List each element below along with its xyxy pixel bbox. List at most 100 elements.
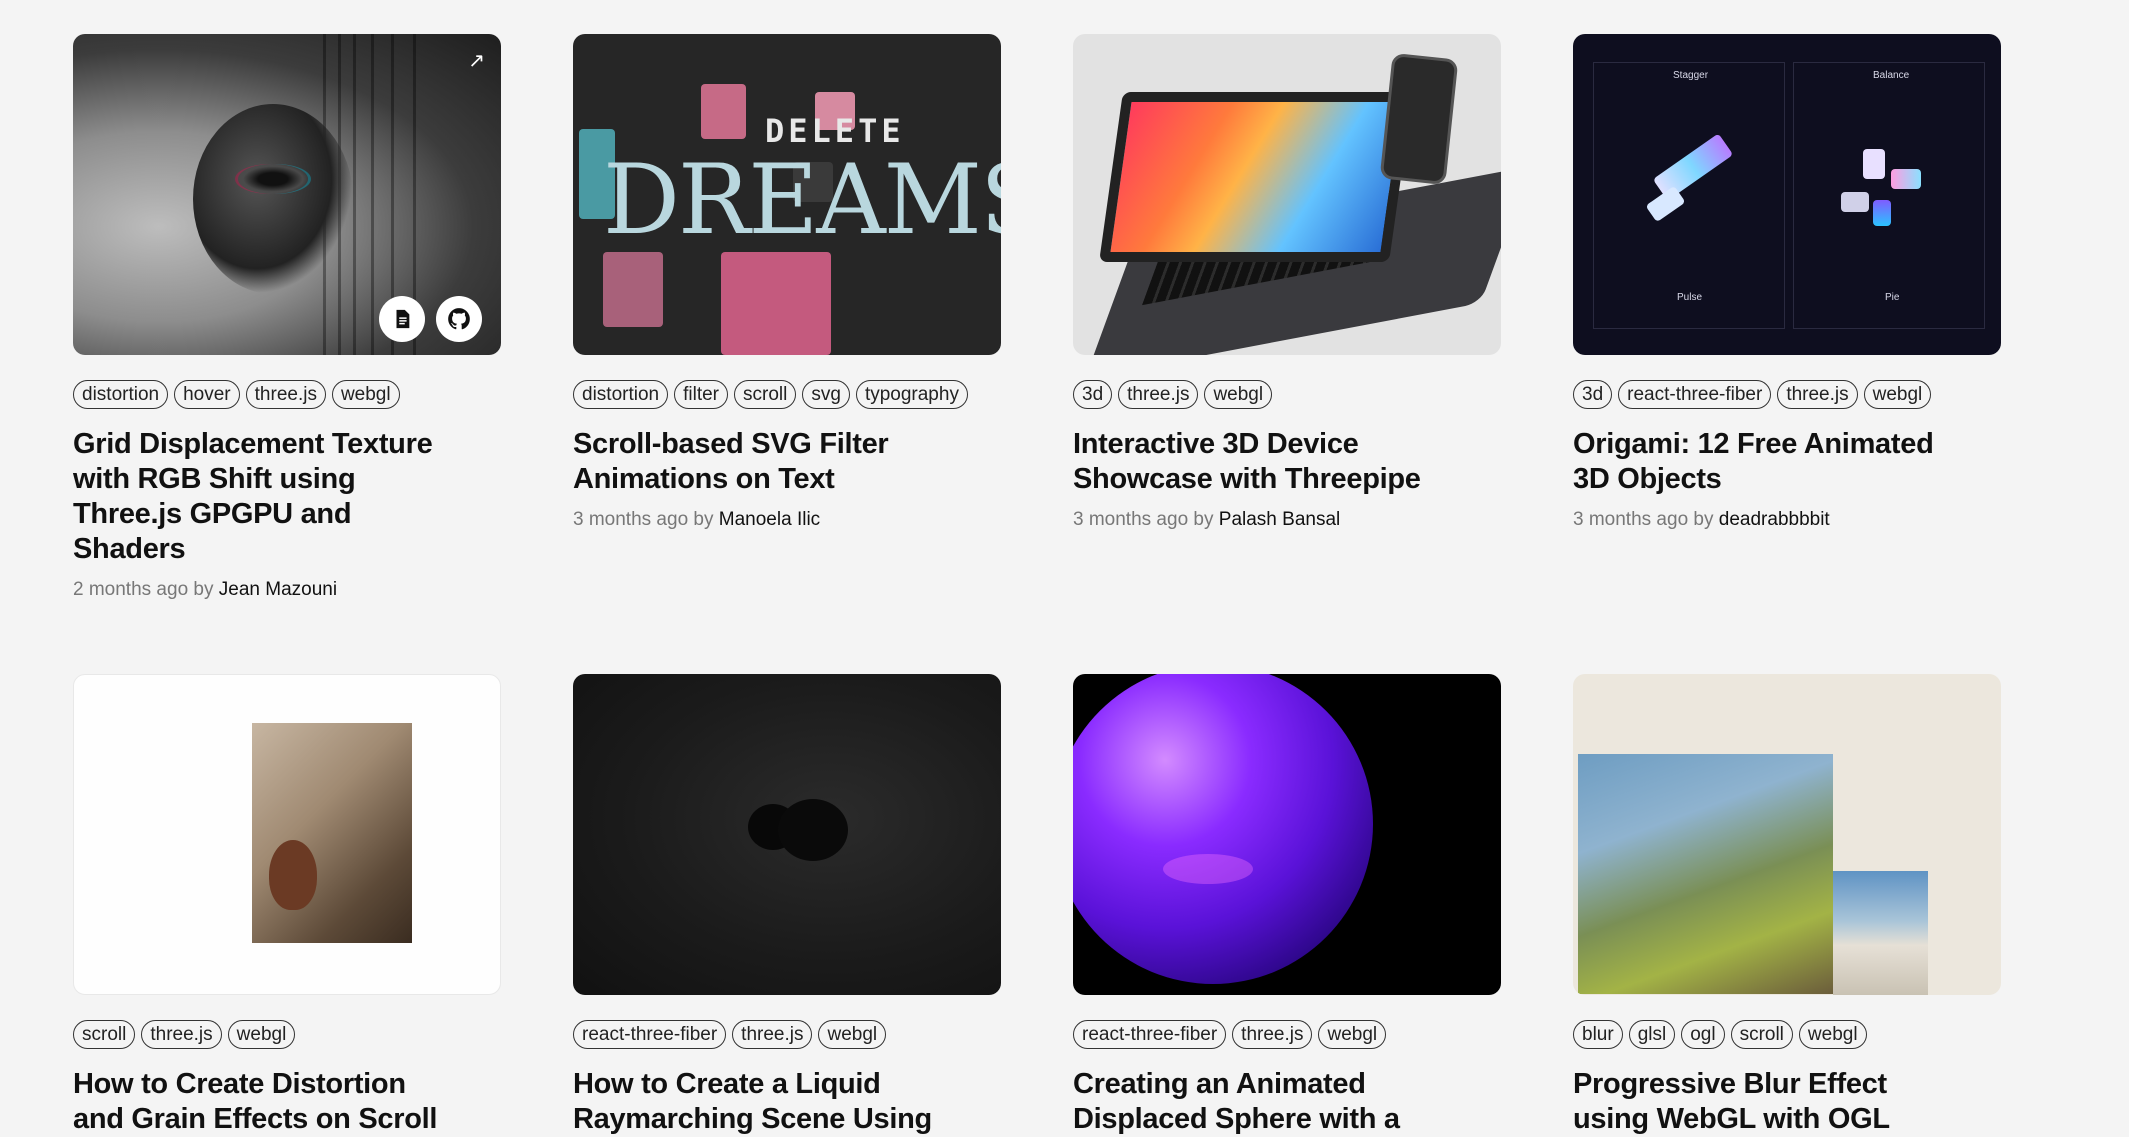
- displaced-sphere: [1073, 674, 1373, 984]
- tag[interactable]: distortion: [73, 380, 169, 409]
- article-thumbnail[interactable]: [573, 674, 1001, 995]
- tag[interactable]: three.js: [1232, 1020, 1313, 1049]
- article-time: 3 months ago: [1073, 509, 1189, 530]
- tag-list: react-three-fiber three.js webgl: [1073, 1020, 1501, 1049]
- thumb-photo: [1578, 754, 1833, 994]
- tag[interactable]: three.js: [141, 1020, 222, 1049]
- tag[interactable]: webgl: [818, 1020, 887, 1049]
- tag[interactable]: filter: [674, 380, 729, 409]
- thumb-delete-text: DELETE: [765, 112, 905, 150]
- thumb-label: Balance: [1873, 70, 1910, 81]
- article-thumbnail[interactable]: [1073, 674, 1501, 995]
- tag[interactable]: distortion: [573, 380, 669, 409]
- tag[interactable]: blur: [1573, 1020, 1623, 1049]
- article-card[interactable]: ↗ distortion hover three.js webgl Grid D…: [73, 34, 501, 674]
- thumb-vase: [269, 840, 317, 910]
- article-thumbnail[interactable]: ↗: [73, 34, 501, 355]
- thumb-dreams-text: DREAMS: [603, 144, 1001, 256]
- article-card[interactable]: react-three-fiber three.js webgl Creatin…: [1073, 674, 1501, 1137]
- tag[interactable]: react-three-fiber: [573, 1020, 727, 1049]
- article-author[interactable]: Palash Bansal: [1219, 509, 1340, 530]
- tag[interactable]: three.js: [732, 1020, 813, 1049]
- article-card[interactable]: blur glsl ogl scroll webgl Progressive B…: [1573, 674, 2001, 1137]
- thumb-photo: [1833, 871, 1928, 995]
- article-title[interactable]: Progressive Blur Effect using WebGL with…: [1573, 1067, 1953, 1137]
- article-title[interactable]: How to Create a Liquid Raymarching Scene…: [573, 1067, 953, 1137]
- tag[interactable]: webgl: [331, 380, 400, 409]
- tag-list: 3d react-three-fiber three.js webgl: [1573, 380, 2001, 409]
- article-thumbnail[interactable]: Stagger Balance Pulse Pie: [1573, 34, 2001, 355]
- tag[interactable]: three.js: [1118, 380, 1199, 409]
- tag-list: react-three-fiber three.js webgl: [573, 1020, 1001, 1049]
- thumb-object: [1891, 169, 1921, 189]
- tag-list: scroll three.js webgl: [73, 1020, 501, 1049]
- by-label: by: [193, 579, 214, 600]
- article-meta: 3 months ago by deadrabbbbit: [1573, 509, 2001, 531]
- laptop-screen: [1099, 92, 1413, 262]
- thumb-label: Stagger: [1673, 70, 1709, 81]
- thumb-detail: [371, 34, 374, 355]
- tag-list: distortion filter scroll svg typography: [573, 380, 1001, 409]
- tag[interactable]: scroll: [734, 380, 797, 409]
- article-meta: 2 months ago by Jean Mazouni: [73, 579, 501, 601]
- article-card[interactable]: scroll three.js webgl How to Create Dist…: [73, 674, 501, 1137]
- tag[interactable]: webgl: [227, 1020, 296, 1049]
- thumb-detail: [701, 84, 746, 139]
- article-title[interactable]: Scroll-based SVG Filter Animations on Te…: [573, 427, 953, 497]
- tag[interactable]: webgl: [1863, 380, 1932, 409]
- thumb-eye: [238, 164, 308, 194]
- external-link-arrow-icon[interactable]: ↗: [468, 48, 485, 73]
- article-title[interactable]: Grid Displacement Texture with RGB Shift…: [73, 427, 453, 567]
- by-label: by: [693, 509, 714, 530]
- by-label: by: [1193, 509, 1214, 530]
- article-thumbnail[interactable]: [1073, 34, 1501, 355]
- tag[interactable]: webgl: [1204, 380, 1273, 409]
- tag-list: distortion hover three.js webgl: [73, 380, 501, 409]
- article-author[interactable]: Manoela Ilic: [719, 509, 820, 530]
- tag[interactable]: three.js: [245, 380, 326, 409]
- tag[interactable]: three.js: [1777, 380, 1858, 409]
- article-time: 2 months ago: [73, 579, 189, 600]
- tag[interactable]: react-three-fiber: [1618, 380, 1772, 409]
- thumb-object: [1841, 192, 1869, 212]
- thumb-label: Pie: [1885, 292, 1900, 303]
- article-thumbnail[interactable]: DREAMS DELETE: [573, 34, 1001, 355]
- tag[interactable]: webgl: [1798, 1020, 1867, 1049]
- article-title[interactable]: Interactive 3D Device Showcase with Thre…: [1073, 427, 1453, 497]
- article-title[interactable]: Origami: 12 Free Animated 3D Objects: [1573, 427, 1953, 497]
- article-thumbnail[interactable]: [1573, 674, 2001, 995]
- article-time: 3 months ago: [1573, 509, 1689, 530]
- tag[interactable]: webgl: [1318, 1020, 1387, 1049]
- article-author[interactable]: Jean Mazouni: [219, 579, 337, 600]
- by-label: by: [1693, 509, 1714, 530]
- tag[interactable]: react-three-fiber: [1073, 1020, 1227, 1049]
- article-title[interactable]: How to Create Distortion and Grain Effec…: [73, 1067, 453, 1137]
- article-card[interactable]: 3d three.js webgl Interactive 3D Device …: [1073, 34, 1501, 674]
- article-card[interactable]: react-three-fiber three.js webgl How to …: [573, 674, 1001, 1137]
- tag[interactable]: ogl: [1681, 1020, 1725, 1049]
- article-thumbnail[interactable]: [73, 674, 501, 995]
- article-time: 3 months ago: [573, 509, 689, 530]
- article-card[interactable]: DREAMS DELETE distortion filter scroll s…: [573, 34, 1001, 674]
- tag[interactable]: scroll: [73, 1020, 136, 1049]
- phone-image: [1379, 52, 1459, 186]
- tag[interactable]: typography: [855, 380, 968, 409]
- github-icon[interactable]: [436, 296, 482, 342]
- article-title[interactable]: Creating an Animated Displaced Sphere wi…: [1073, 1067, 1453, 1137]
- document-icon[interactable]: [379, 296, 425, 342]
- tag-list: blur glsl ogl scroll webgl: [1573, 1020, 2001, 1049]
- thumb-object: [1873, 200, 1891, 226]
- article-grid: ↗ distortion hover three.js webgl Grid D…: [73, 34, 2001, 1137]
- tag[interactable]: 3d: [1073, 380, 1113, 409]
- thumb-photo: [252, 723, 412, 943]
- tag[interactable]: hover: [174, 380, 240, 409]
- sphere-highlight: [1163, 854, 1253, 884]
- thumb-label: Pulse: [1677, 292, 1703, 303]
- tag[interactable]: glsl: [1628, 1020, 1676, 1049]
- article-card[interactable]: Stagger Balance Pulse Pie 3d react-three…: [1573, 34, 2001, 674]
- tag[interactable]: 3d: [1573, 380, 1613, 409]
- tag[interactable]: svg: [802, 380, 850, 409]
- liquid-blob: [778, 799, 848, 861]
- article-author[interactable]: deadrabbbbit: [1719, 509, 1830, 530]
- tag[interactable]: scroll: [1730, 1020, 1793, 1049]
